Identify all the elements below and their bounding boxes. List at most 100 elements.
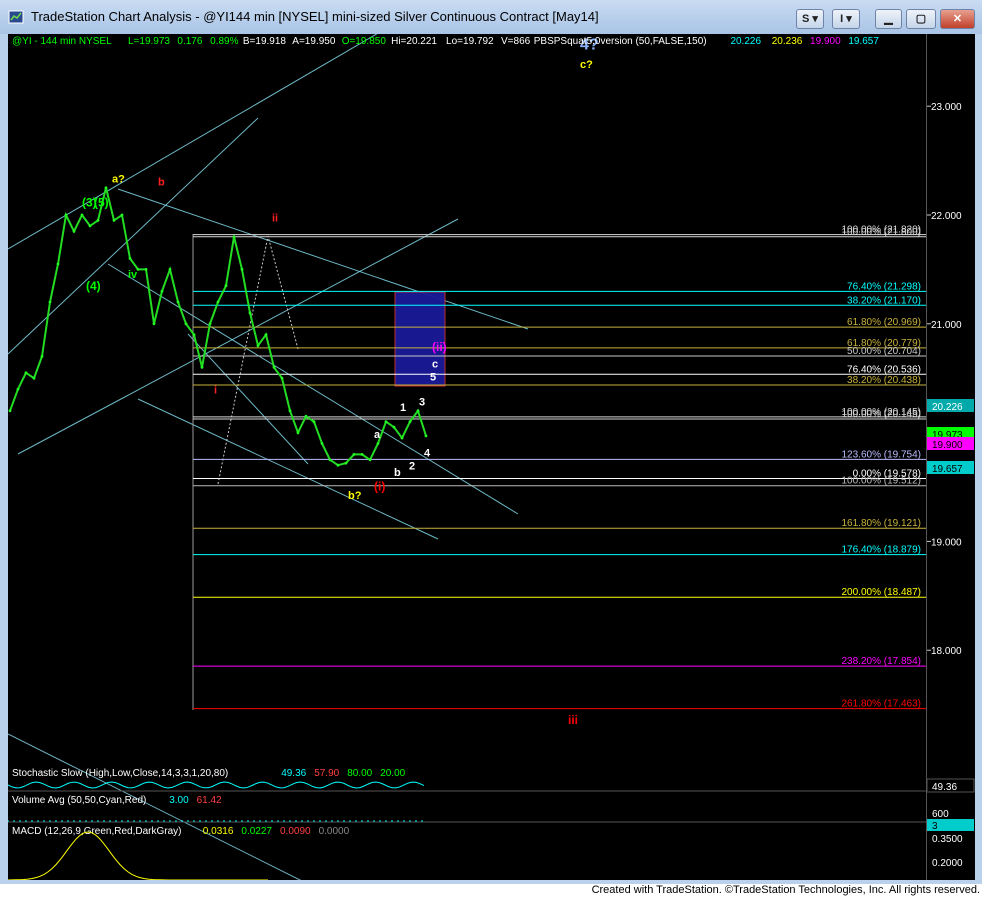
price-point [224,284,228,288]
price-point [408,420,412,424]
fib-level-label: 123.60% (19.754) [841,449,921,460]
fib-level-label: 238.20% (17.854) [841,656,921,667]
price-badge-label: 20.226 [932,402,963,413]
price-point [280,376,284,380]
macd-value: 0.0000 [319,826,350,837]
chart-window: TradeStation Chart Analysis - @YI144 min… [0,0,982,884]
price-badge-label: 19.657 [932,464,963,475]
header-value: 19.657 [848,36,879,47]
copyright-notice: Created with TradeStation. ©TradeStation… [591,884,980,896]
price-point [368,458,372,462]
wave-label: i [214,384,217,396]
status-bar: Created with TradeStation. ©TradeStation… [0,884,982,898]
wave-label: iv [128,269,138,281]
header-value: 0.89% [210,36,238,47]
fib-level-label: 100.00% (20.145) [841,409,921,420]
wave-label: (ii) [432,340,447,354]
fib-level-label: 161.80% (19.121) [841,518,921,529]
wave-label: 4 [424,448,431,460]
stochastic-value: 57.90 [314,768,339,779]
price-point [208,322,212,326]
wave-label: a? [112,173,125,185]
macd-axis-tick: 0.2000 [932,858,963,869]
wave-label: 3 [419,396,425,408]
symbol-link-label: S [802,13,810,25]
price-chart[interactable]: 100.00% (21.820)100.00% (21.800)76.40% (… [8,34,926,880]
price-point [392,425,396,429]
price-point [64,213,68,217]
trend-line [137,398,439,540]
stochastic-line [8,781,425,789]
interval-link-button[interactable]: I ▾ [832,9,860,29]
price-axis[interactable]: 23.000 22.000 21.000 19.000 18.000 20.226 19.9… [926,34,975,880]
price-point [24,371,28,375]
close-button[interactable]: ✕ [940,9,975,29]
price-point [88,224,92,228]
minimize-button[interactable]: ▁ [875,9,902,29]
wave-label: (i) [374,479,385,493]
price-point [352,453,356,456]
price-point [216,300,220,304]
price-point [312,420,316,424]
trend-line [8,34,378,250]
stochastic-value: 49.36 [281,768,306,779]
price-point [112,219,116,222]
tradestation-app-icon [8,10,24,24]
wave-label: c? [580,59,593,71]
price-point [384,420,388,424]
header-value: B=19.918 [243,36,287,47]
price-point [56,262,60,266]
axis-tick-label: 19.000 [931,537,962,548]
price-point [168,268,172,271]
fib-level-label: 176.40% (18.879) [841,545,921,556]
price-point [152,322,156,326]
price-point [80,213,84,217]
axis-tick-label: 22.000 [931,211,962,222]
price-point [40,355,44,358]
price-series-line [9,187,427,467]
volume-legend: Volume Avg (50,50,Cyan,Red) [12,795,146,806]
price-point [184,322,188,326]
price-point [344,461,348,465]
header-value: O=19.850 [342,36,387,47]
wave-label: 2 [409,461,415,473]
price-point [104,186,108,190]
volume-axis-value2: 3 [932,821,938,832]
macd-value: 0.0316 [203,826,234,837]
trend-line [107,263,519,515]
fib-level-label: 50.00% (20.704) [847,346,921,357]
price-point [320,442,324,445]
price-point [232,235,236,239]
close-icon: ✕ [952,13,963,25]
wave-label: c [432,358,438,370]
header-value: 19.900 [810,36,841,47]
header-value: Lo=19.792 [446,36,494,47]
price-point [400,436,404,440]
price-point [256,344,260,347]
macd-value: 0.0090 [280,826,311,837]
price-point [48,300,52,304]
maximize-button[interactable]: ▢ [906,9,936,29]
fib-level-label: 76.40% (20.536) [847,364,921,375]
fib-level-label: 261.80% (17.463) [841,699,921,710]
stochastic-axis-value: 49.36 [932,782,957,793]
fib-level-label: 200.00% (18.487) [841,587,921,598]
price-point [304,414,308,418]
minimize-icon: ▁ [884,13,893,25]
price-point [424,434,428,438]
price-point [8,409,12,413]
title-bar[interactable]: TradeStation Chart Analysis - @YI144 min… [0,0,982,34]
chart-plot-area[interactable]: 100.00% (21.820) 100.00% (21.800) 76.40% (… [8,34,926,880]
price-point [328,458,332,462]
wave-label: (4) [86,279,101,293]
symbol-link-button[interactable]: S ▾ [796,9,824,29]
volume-value: 61.42 [197,795,222,806]
axis-tick-label: 18.000 [931,646,962,657]
header-value: 20.226 [730,36,761,47]
trend-line [8,117,259,355]
window-title: TradeStation Chart Analysis - @YI144 min… [31,9,599,24]
price-point [16,387,20,391]
header-value: PBSPSquat5.0version (50,FALSE,150) [534,36,707,47]
wave-label: (5) [94,195,109,209]
wave-label: a [374,429,381,441]
